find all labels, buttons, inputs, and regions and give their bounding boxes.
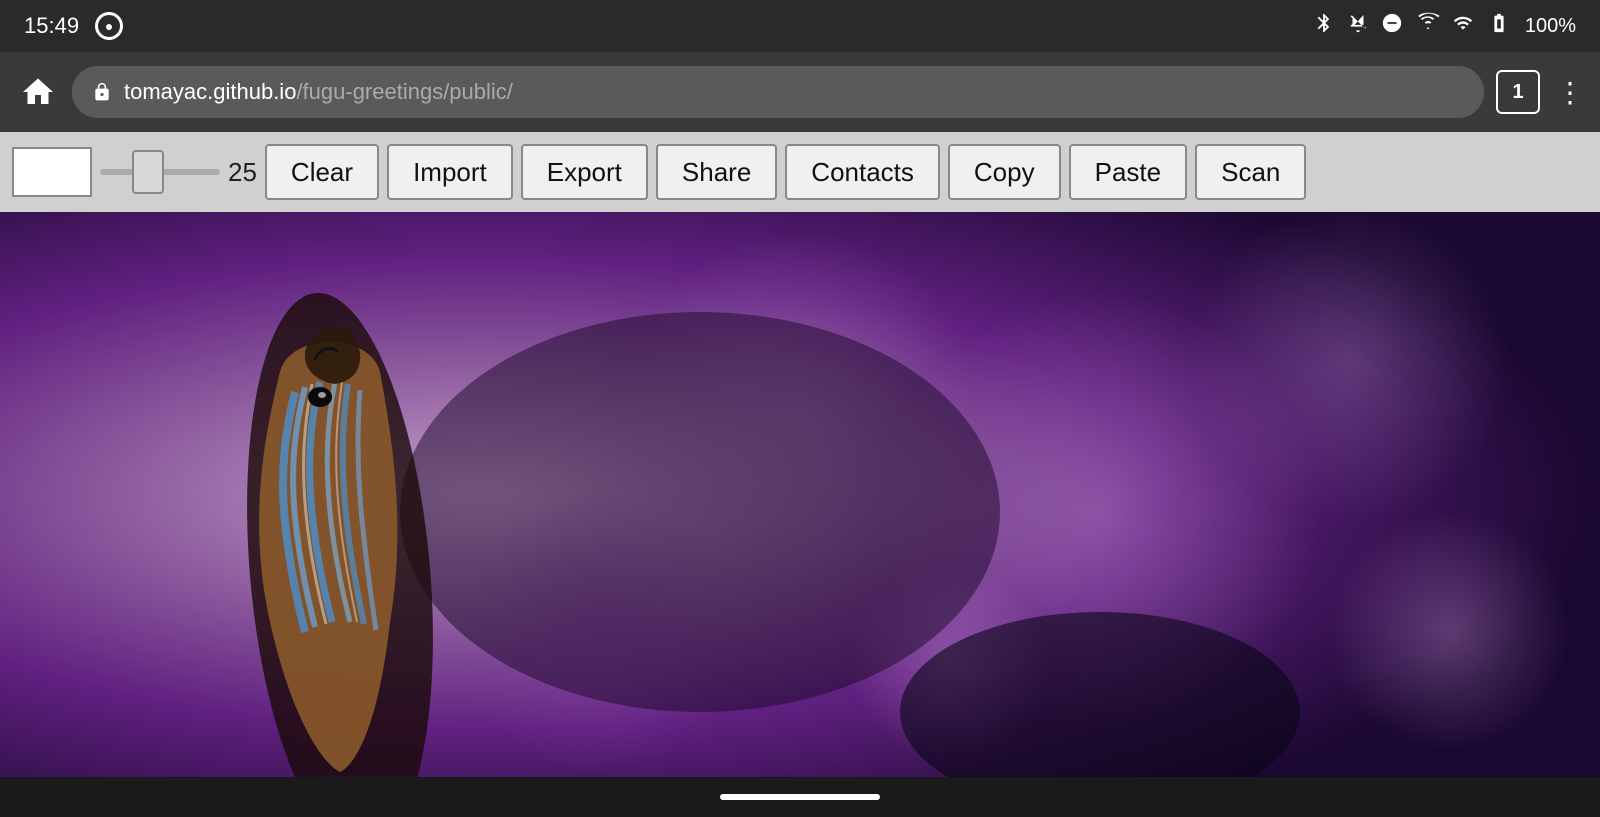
copy-button[interactable]: Copy	[948, 144, 1061, 200]
color-swatch[interactable]	[12, 147, 92, 197]
slider-thumb[interactable]	[132, 150, 164, 194]
notification-off-icon	[1347, 12, 1369, 40]
clear-button[interactable]: Clear	[265, 144, 379, 200]
browser-chrome: tomayac.github.io/fugu-greetings/public/…	[0, 52, 1600, 132]
lock-icon	[92, 82, 112, 102]
toolbar: 25 Clear Import Export Share Contacts Co…	[0, 132, 1600, 212]
battery-icon	[1485, 12, 1513, 40]
signal-icon	[1453, 12, 1473, 40]
battery-percentage: 100%	[1525, 15, 1576, 38]
nav-home-indicator[interactable]	[720, 794, 880, 800]
import-button[interactable]: Import	[387, 144, 513, 200]
browser-right: 1 ⋮	[1496, 70, 1584, 114]
home-icon	[20, 74, 56, 110]
fish-background	[0, 212, 1600, 777]
dnd-icon	[1381, 12, 1403, 40]
url-path: /fugu-greetings/public/	[296, 79, 512, 104]
share-button[interactable]: Share	[656, 144, 777, 200]
url-display: tomayac.github.io/fugu-greetings/public/	[124, 79, 513, 105]
navigation-bar	[0, 777, 1600, 817]
canvas-area[interactable]	[0, 212, 1600, 777]
app-icon: ●	[95, 12, 123, 40]
time-display: 15:49	[24, 13, 79, 39]
scan-button[interactable]: Scan	[1195, 144, 1306, 200]
address-bar[interactable]: tomayac.github.io/fugu-greetings/public/	[72, 66, 1484, 118]
status-right: 100%	[1313, 12, 1576, 40]
fish-illustration	[0, 212, 1600, 777]
status-left: 15:49 ●	[24, 12, 123, 40]
slider-value: 25	[228, 157, 257, 188]
export-button[interactable]: Export	[521, 144, 648, 200]
slider-container	[100, 169, 220, 175]
paste-button[interactable]: Paste	[1069, 144, 1188, 200]
url-domain: tomayac.github.io	[124, 79, 296, 104]
bluetooth-icon	[1313, 12, 1335, 40]
browser-menu-button[interactable]: ⋮	[1556, 76, 1584, 109]
home-button[interactable]	[16, 70, 60, 114]
tab-count[interactable]: 1	[1496, 70, 1540, 114]
contacts-button[interactable]: Contacts	[785, 144, 940, 200]
status-bar: 15:49 ●	[0, 0, 1600, 52]
wifi-icon	[1415, 12, 1441, 40]
slider-track[interactable]	[100, 169, 220, 175]
